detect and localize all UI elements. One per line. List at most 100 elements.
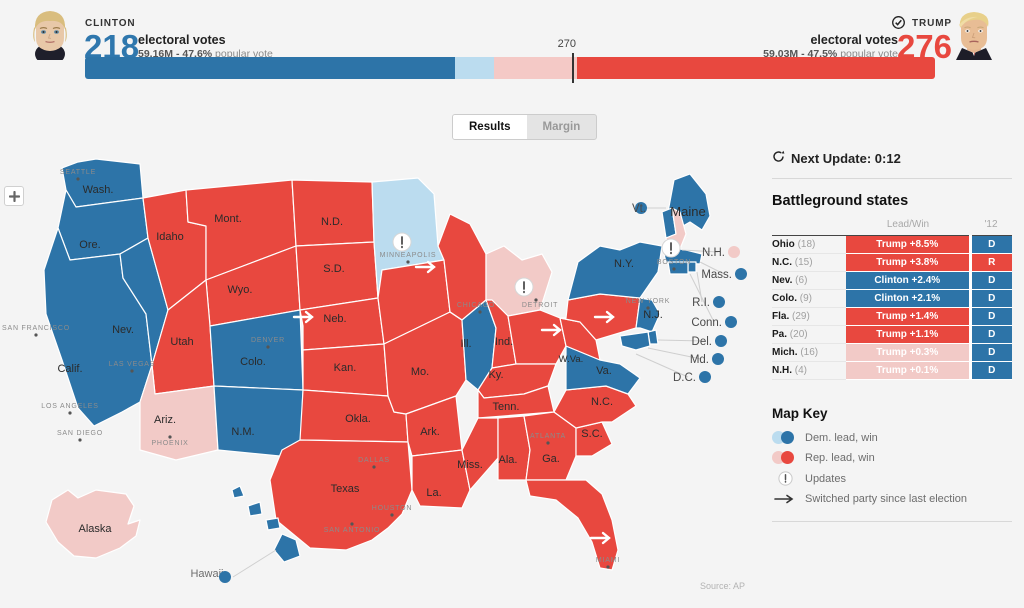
row-prev: R xyxy=(968,253,1012,272)
state-ev: (4) xyxy=(794,365,808,376)
map-key-item-updates: Updates xyxy=(772,471,1012,486)
refresh-icon xyxy=(772,150,785,166)
city-label-las-vegas: LAS VEGAS xyxy=(109,361,156,368)
next-update-row: Next Update: 0:12 xyxy=(772,150,1012,166)
map-key-label: Switched party since last election xyxy=(805,493,968,505)
callout-dot-de xyxy=(715,335,727,347)
city-label-detroit: DETROIT xyxy=(522,302,558,309)
row-lead: Trump +8.5% xyxy=(846,235,970,254)
city-label-san-francisco: SAN FRANCISCO xyxy=(2,325,70,332)
next-update-text: Next Update: 0:12 xyxy=(791,150,901,166)
city-label-boston: BOSTON xyxy=(657,259,691,266)
row-lead: Trump +1.4% xyxy=(846,307,970,326)
row-state-name: Mich. (16) xyxy=(772,343,846,362)
callout-dot-dc xyxy=(699,371,711,383)
trump-avatar xyxy=(952,8,996,60)
tab-margin[interactable]: Margin xyxy=(527,115,597,139)
state-hi-3 xyxy=(265,517,281,531)
city-label-minneapolis: MINNEAPOLIS xyxy=(380,252,437,259)
row-prev: D xyxy=(968,289,1012,308)
row-lead: Trump +0.1% xyxy=(846,361,970,380)
city-dot xyxy=(672,267,676,271)
results-header: CLINTON 218 electoral votes 59.16M - 47.… xyxy=(0,0,1024,92)
state-label-nd: N.D. xyxy=(321,216,343,228)
arrow-right-icon xyxy=(772,494,798,504)
row-prev: D xyxy=(968,271,1012,290)
state-label-ga: Ga. xyxy=(542,453,560,465)
table-row: Colo. (9) Clinton +2.1% D xyxy=(772,289,1012,308)
city-dot xyxy=(534,298,538,302)
state-label-alaska: Alaska xyxy=(78,523,112,535)
col-prev-year: '12 xyxy=(984,219,998,230)
state-ev: (16) xyxy=(800,347,819,358)
city-dot xyxy=(78,438,82,442)
col-state xyxy=(772,217,846,236)
city-dot xyxy=(168,435,172,439)
city-label-miami: MIAMI xyxy=(596,557,620,564)
callout-dot-hi xyxy=(219,571,231,583)
city-dot xyxy=(350,522,354,526)
state-nd xyxy=(291,179,375,247)
state-md xyxy=(619,331,651,351)
callout-dot-ma xyxy=(735,268,747,280)
row-lead: Clinton +2.4% xyxy=(846,271,970,290)
map-key-item-rep: Rep. lead, win xyxy=(772,451,1012,464)
row-state-name: Nev. (6) xyxy=(772,271,846,290)
state-label-ala: Ala. xyxy=(499,454,518,466)
table-row: Ohio (18) Trump +8.5% D xyxy=(772,235,1012,254)
battleground-table-body: Ohio (18) Trump +8.5% D N.C. (15) Trump … xyxy=(772,235,1012,380)
tab-results[interactable]: Results xyxy=(453,115,527,139)
trump-ev-label: electoral votes xyxy=(810,33,898,47)
city-label-san-diego: SAN DIEGO xyxy=(57,430,103,437)
bar-segment-rep-win xyxy=(577,57,935,79)
battleground-title: Battleground states xyxy=(772,193,909,209)
city-dot xyxy=(266,345,270,349)
callout-dot-ct xyxy=(725,316,737,328)
city-dot xyxy=(34,333,38,337)
callout-label-dc: D.C. xyxy=(673,372,696,384)
state-label-nm: N.M. xyxy=(231,426,254,438)
state-ny xyxy=(567,241,663,301)
state-abbr: N.C. xyxy=(772,257,792,268)
state-label-utah: Utah xyxy=(170,336,193,348)
clinton-avatar xyxy=(28,8,72,60)
map-key-label: Dem. lead, win xyxy=(805,431,878,444)
view-mode-tabs[interactable]: Results Margin xyxy=(452,114,598,140)
state-hi-1 xyxy=(231,485,245,499)
row-prev: D xyxy=(968,235,1012,254)
state-label-mo: Mo. xyxy=(411,366,429,378)
row-prev: D xyxy=(968,361,1012,380)
city-label-houston: HOUSTON xyxy=(372,505,412,512)
state-label-calif: Calif. xyxy=(57,363,82,375)
row-lead: Trump +1.1% xyxy=(846,325,970,344)
threshold-label: 270 xyxy=(557,38,576,50)
electoral-map[interactable]: Wash. Ore. Calif. Nev. Idaho Mont. Wyo. … xyxy=(0,150,760,608)
state-hi-2 xyxy=(247,501,263,517)
city-label-phoenix: PHOENIX xyxy=(151,440,188,447)
state-label-colo: Colo. xyxy=(240,356,266,368)
city-label-seattle: SEATTLE xyxy=(60,169,96,176)
state-label-wash: Wash. xyxy=(83,184,114,196)
row-state-name: Fla. (29) xyxy=(772,307,846,326)
state-label-tenn: Tenn. xyxy=(493,401,520,413)
update-pin-icon xyxy=(772,471,798,486)
callout-label-nh: N.H. xyxy=(702,247,725,259)
row-lead: Trump +3.8% xyxy=(846,253,970,272)
row-lead: Trump +0.3% xyxy=(846,343,970,362)
city-dot xyxy=(130,369,134,373)
state-label-ark: Ark. xyxy=(420,426,440,438)
state-label-ill: Ill. xyxy=(461,338,472,350)
callout-label-ri: R.I. xyxy=(692,297,710,309)
city-dot xyxy=(406,260,410,264)
city-dot xyxy=(546,441,550,445)
state-label-ore: Ore. xyxy=(79,239,100,251)
row-state-name: Ohio (18) xyxy=(772,235,846,254)
table-row: Nev. (6) Clinton +2.4% D xyxy=(772,271,1012,290)
city-dot xyxy=(606,565,610,569)
dem-dot-icon xyxy=(772,431,798,444)
state-label-nc: N.C. xyxy=(591,396,613,408)
map-key-label: Updates xyxy=(805,472,846,485)
state-label-neb: Neb. xyxy=(323,313,346,325)
city-label-dallas: DALLAS xyxy=(358,457,390,464)
city-label-los-angeles: LOS ANGELES xyxy=(41,403,98,410)
